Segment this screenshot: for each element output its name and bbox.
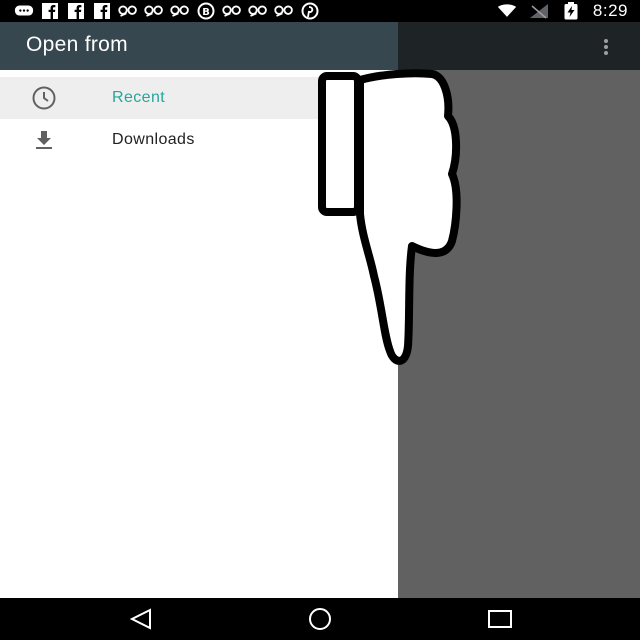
facebook-icon	[40, 3, 60, 19]
app-icon	[144, 3, 164, 19]
system-icons: 8:29	[497, 1, 628, 20]
svg-text:B: B	[202, 7, 210, 18]
back-icon[interactable]	[126, 606, 156, 632]
drawer-title: Open from	[26, 33, 128, 56]
navigation-drawer: Open from Recent Downloads	[0, 22, 398, 598]
app-icon: B	[196, 2, 216, 20]
clock-time: 8:29	[592, 1, 628, 20]
drawer-item-recent[interactable]: Recent	[0, 77, 398, 119]
more-vert-icon[interactable]	[598, 37, 614, 57]
wifi-icon	[497, 3, 517, 19]
app-icon	[118, 3, 138, 19]
messaging-icon	[14, 3, 34, 19]
app-icon	[222, 3, 242, 19]
notification-icons: B	[14, 2, 320, 20]
home-icon[interactable]	[305, 606, 335, 632]
drawer-item-downloads[interactable]: Downloads	[0, 119, 398, 161]
battery-charging-icon	[561, 2, 581, 20]
drawer-scrim[interactable]	[398, 70, 640, 598]
facebook-icon	[66, 3, 86, 19]
app-icon	[170, 3, 190, 19]
app-icon	[248, 3, 268, 19]
drawer-item-label: Recent	[112, 89, 166, 106]
facebook-icon	[92, 3, 112, 19]
screen: B 8:29 Open from Recent Downloads	[0, 0, 640, 640]
drawer-item-label: Downloads	[112, 131, 195, 148]
status-bar: B 8:29	[0, 0, 640, 22]
system-navigation-bar	[0, 598, 640, 640]
download-icon	[30, 129, 58, 151]
signal-icon	[529, 3, 549, 19]
drawer-header: Open from	[0, 22, 398, 70]
pinterest-icon	[300, 2, 320, 20]
clock-icon	[30, 86, 58, 110]
app-icon	[274, 3, 294, 19]
recents-icon[interactable]	[485, 606, 515, 632]
app-toolbar	[398, 22, 640, 70]
